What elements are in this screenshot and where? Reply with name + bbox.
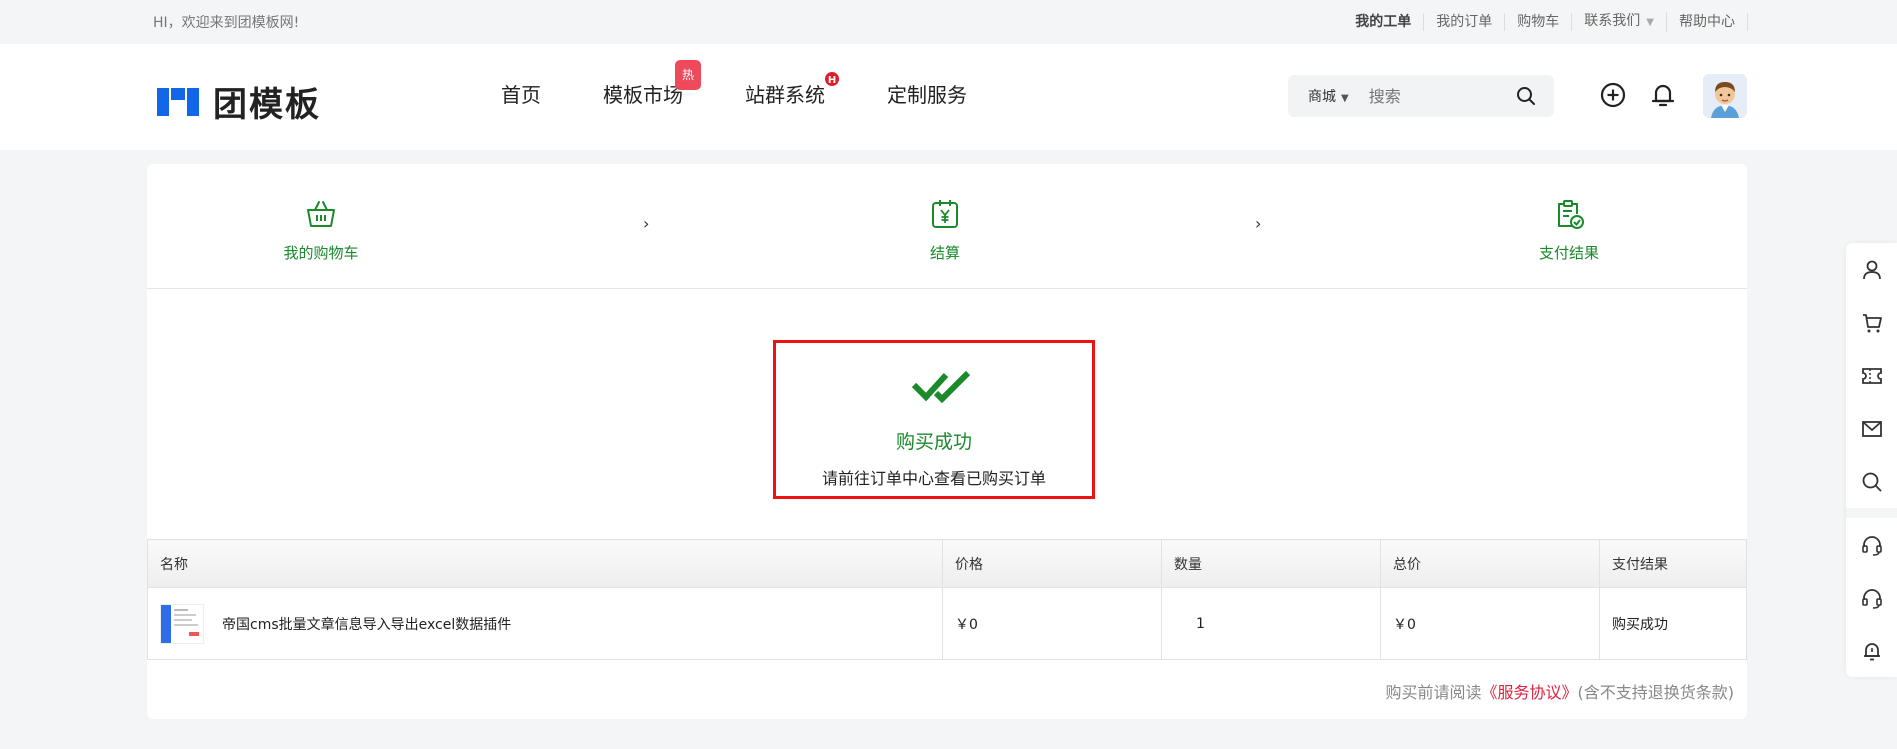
step-cart[interactable]: 我的购物车 bbox=[261, 198, 381, 263]
nav-template-market[interactable]: 模板市场 热 bbox=[603, 60, 702, 108]
top-bar: HI，欢迎来到团模板网! 我的工单 我的订单 购物车 联系我们 ▼ 帮助中心 bbox=[0, 0, 1897, 44]
success-subtitle: 请前往订单中心查看已购买订单 bbox=[821, 469, 1046, 488]
sidebar-divider bbox=[1846, 508, 1897, 518]
logo-mark bbox=[157, 84, 203, 120]
product-name[interactable]: 帝国cms批量文章信息导入导出excel数据插件 bbox=[222, 614, 511, 634]
welcome-text: HI，欢迎来到团模板网! bbox=[153, 15, 300, 31]
search-input[interactable] bbox=[1368, 86, 1499, 106]
basket-icon bbox=[305, 201, 337, 234]
step-payment-result[interactable]: 支付结果 bbox=[1509, 198, 1629, 263]
nav-home[interactable]: 首页 bbox=[501, 82, 541, 108]
mail-icon[interactable] bbox=[1846, 402, 1897, 455]
col-qty: 数量 bbox=[1161, 539, 1381, 588]
cell-name: 帝国cms批量文章信息导入导出excel数据插件 bbox=[147, 587, 943, 660]
chevron-down-icon: ▼ bbox=[1646, 17, 1654, 28]
cell-qty: 1 bbox=[1161, 587, 1381, 660]
product-thumbnail[interactable] bbox=[160, 603, 204, 644]
step-label: 结算 bbox=[929, 244, 960, 262]
headset-icon[interactable] bbox=[1846, 518, 1897, 571]
chevron-down-icon: ▼ bbox=[1341, 93, 1349, 104]
main-header: 团模板 首页 模板市场 热 站群系统 H 定制服务 商城 ▼ bbox=[0, 44, 1897, 150]
clipboard-check-icon bbox=[1553, 200, 1585, 234]
step-checkout[interactable]: 结算 bbox=[885, 198, 1005, 263]
step-label: 我的购物车 bbox=[283, 244, 359, 262]
avatar[interactable] bbox=[1703, 74, 1747, 118]
headset-icon[interactable] bbox=[1846, 571, 1897, 624]
logo-text: 团模板 bbox=[213, 85, 321, 125]
chevron-right-icon: › bbox=[1255, 214, 1262, 233]
floating-sidebar bbox=[1846, 243, 1897, 677]
col-price: 价格 bbox=[942, 539, 1162, 588]
user-icon[interactable] bbox=[1846, 243, 1897, 296]
checkout-panel: 我的购物车 › 结算 › 支付结果 购买成功 请前往订单中心查看已购买订单 名称… bbox=[147, 164, 1747, 719]
step-label: 支付结果 bbox=[1538, 244, 1599, 262]
col-name: 名称 bbox=[147, 539, 943, 588]
order-table: 名称 价格 数量 总价 支付结果 帝国cms批量文章信息导入导出excel数据插… bbox=[147, 539, 1747, 660]
logo[interactable]: 团模板 bbox=[157, 77, 321, 126]
bell-icon[interactable] bbox=[1650, 82, 1676, 112]
link-cart[interactable]: 购物车 bbox=[1505, 13, 1573, 31]
cart-icon[interactable] bbox=[1846, 296, 1897, 349]
cell-total: ￥0 bbox=[1380, 587, 1600, 660]
link-my-orders[interactable]: 我的订单 bbox=[1424, 13, 1506, 31]
service-agreement-link[interactable]: 《服务协议》 bbox=[1481, 683, 1577, 702]
link-my-tickets[interactable]: 我的工单 bbox=[1343, 13, 1425, 31]
success-title: 购买成功 bbox=[895, 431, 972, 453]
link-help[interactable]: 帮助中心 bbox=[1667, 13, 1748, 31]
new-badge: H bbox=[823, 70, 841, 88]
link-contact[interactable]: 联系我们 ▼ bbox=[1572, 12, 1667, 32]
search-bar: 商城 ▼ bbox=[1288, 75, 1554, 117]
ticket-icon[interactable] bbox=[1846, 349, 1897, 402]
cell-status: 购买成功 bbox=[1599, 587, 1747, 660]
search-icon[interactable] bbox=[1516, 86, 1536, 110]
double-check-icon bbox=[911, 369, 971, 407]
col-total: 总价 bbox=[1380, 539, 1600, 588]
nav-site-group[interactable]: 站群系统 H bbox=[745, 70, 841, 108]
main-nav: 首页 模板市场 热 站群系统 H 定制服务 bbox=[501, 60, 1029, 108]
search-icon[interactable] bbox=[1846, 455, 1897, 508]
agreement-note: 购买前请阅读《服务协议》(含不支持退换货条款) bbox=[1385, 683, 1734, 702]
purchase-success-box: 购买成功 请前往订单中心查看已购买订单 bbox=[773, 340, 1095, 499]
top-links: 我的工单 我的订单 购物车 联系我们 ▼ 帮助中心 bbox=[1343, 12, 1748, 32]
col-status: 支付结果 bbox=[1599, 539, 1747, 588]
yen-calendar-icon bbox=[929, 200, 961, 234]
add-circle-icon[interactable] bbox=[1600, 82, 1626, 112]
search-scope-select[interactable]: 商城 ▼ bbox=[1308, 86, 1349, 106]
table-row: 帝国cms批量文章信息导入导出excel数据插件 ￥0 1 ￥0 购买成功 bbox=[147, 587, 1747, 660]
bell-icon[interactable] bbox=[1846, 624, 1897, 677]
chevron-right-icon: › bbox=[643, 214, 650, 233]
hot-badge: 热 bbox=[675, 60, 702, 90]
cell-price: ￥0 bbox=[942, 587, 1162, 660]
checkout-steps: 我的购物车 › 结算 › 支付结果 bbox=[147, 164, 1747, 289]
nav-custom-service[interactable]: 定制服务 bbox=[887, 82, 967, 108]
